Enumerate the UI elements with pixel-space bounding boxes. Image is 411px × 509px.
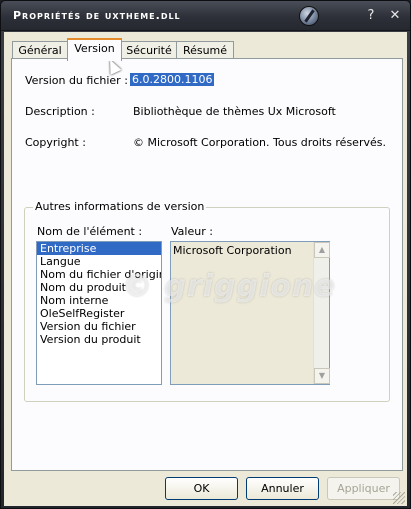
- file-version-value-text: 6.0.2800.1106: [130, 73, 215, 86]
- list-item[interactable]: Version du produit: [37, 333, 161, 346]
- list-item[interactable]: Langue: [37, 255, 161, 268]
- scroll-up-icon[interactable]: ▲: [314, 242, 330, 258]
- list-item[interactable]: OleSelfRegister: [37, 307, 161, 320]
- scroll-down-icon[interactable]: ▼: [314, 368, 330, 384]
- version-tab-page: Version du fichier : 6.0.2800.1106 Descr…: [11, 58, 403, 471]
- file-version-label: Version du fichier :: [25, 74, 128, 87]
- value-header: Valeur :: [171, 225, 213, 238]
- value-scrollbar[interactable]: ▲ ▼: [313, 242, 330, 384]
- windows-logo-icon: [299, 6, 319, 26]
- group-title: Autres informations de version: [33, 200, 207, 213]
- window-title: Propriétés de uxtheme.dll: [13, 9, 181, 22]
- title-bar[interactable]: Propriétés de uxtheme.dll ? ✕: [1, 1, 410, 31]
- value-text: Microsoft Corporation: [173, 244, 292, 257]
- dialog-body: Général Version Sécurité Résumé Version …: [4, 32, 407, 506]
- cancel-button[interactable]: Annuler: [246, 477, 319, 500]
- ok-button[interactable]: OK: [165, 477, 238, 500]
- value-textbox[interactable]: Microsoft Corporation ▲ ▼: [170, 241, 330, 385]
- resize-grip-icon[interactable]: [393, 492, 405, 504]
- description-value: Bibliothèque de thèmes Ux Microsoft: [133, 105, 336, 118]
- list-item[interactable]: Version du fichier: [37, 320, 161, 333]
- item-name-header: Nom de l'élément :: [37, 225, 143, 238]
- copyright-value: © Microsoft Corporation. Tous droits rés…: [133, 136, 386, 149]
- close-button[interactable]: ✕: [385, 6, 405, 26]
- file-version-value[interactable]: 6.0.2800.1106: [130, 73, 215, 86]
- description-label: Description :: [25, 105, 95, 118]
- copyright-label: Copyright :: [25, 136, 86, 149]
- other-version-info-group: Autres informations de version Nom de l'…: [24, 200, 390, 402]
- list-item[interactable]: Entreprise: [37, 242, 161, 255]
- tab-version[interactable]: Version: [67, 38, 122, 61]
- apply-button[interactable]: Appliquer: [327, 477, 400, 500]
- watermark-text: © griggione: [122, 269, 336, 304]
- help-button[interactable]: ?: [361, 6, 381, 26]
- item-name-list[interactable]: Entreprise Langue Nom du fichier d'origi…: [36, 241, 162, 385]
- properties-window: Propriétés de uxtheme.dll ? ✕ Général Ve…: [0, 0, 411, 509]
